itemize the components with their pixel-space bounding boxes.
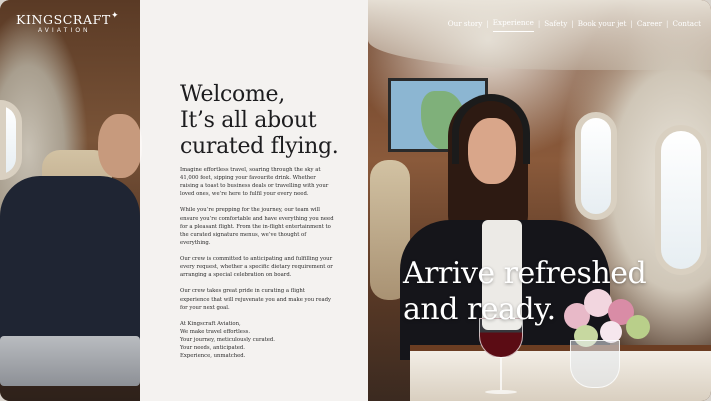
intro-paragraph: Imagine effortless travel, soaring throu… xyxy=(180,167,329,198)
wine-glass-image xyxy=(473,318,529,398)
intro-paragraph: While you’re prepping for the journey, o… xyxy=(180,207,334,246)
intro-paragraph: Our crew is committed to anticipating an… xyxy=(180,256,333,279)
nav-item-book-your-jet[interactable]: Book your jet xyxy=(578,19,627,32)
nav-separator: | xyxy=(537,18,541,28)
passenger-man-image xyxy=(0,110,142,350)
nav-item-experience[interactable]: Experience xyxy=(492,18,534,32)
vase-image xyxy=(570,340,620,388)
nav-item-safety[interactable]: Safety xyxy=(544,19,567,32)
intro-paragraph: Our crew takes great pride in curating a… xyxy=(180,288,331,311)
nav-item-career[interactable]: Career xyxy=(637,19,662,32)
nav-separator: | xyxy=(666,18,669,28)
signoff: At Kingscraft Aviation, We make travel e… xyxy=(180,320,336,360)
cabin-ceiling xyxy=(368,0,711,70)
main-nav: Our story | Experience | Safety | Book y… xyxy=(448,18,701,32)
nav-separator: | xyxy=(630,18,633,28)
brand-name: KINGSCRAFT xyxy=(16,12,111,27)
intro-copy: Imagine effortless travel, soaring throu… xyxy=(180,166,336,360)
signoff-line: Your journey, meticulously curated. xyxy=(180,336,275,343)
brand-subtitle: AVIATION xyxy=(38,28,91,34)
nav-item-our-story[interactable]: Our story xyxy=(448,19,483,32)
nav-separator: | xyxy=(486,18,489,28)
brand-logo[interactable]: KINGSCRAFT AVIATION ✦ xyxy=(16,11,119,34)
nav-separator: | xyxy=(571,18,574,28)
cabin-window xyxy=(655,125,707,275)
signoff-line: At Kingscraft Aviation, xyxy=(180,320,241,327)
page: Welcome, It’s all about curated flying. … xyxy=(0,0,711,401)
headline-line: It’s all about xyxy=(180,108,317,133)
nav-item-contact[interactable]: Contact xyxy=(672,19,701,32)
star-icon: ✦ xyxy=(111,11,119,21)
tagline-line: and ready. xyxy=(403,292,556,327)
signoff-line: We make travel effortless. xyxy=(180,328,251,335)
headline-line: curated flying. xyxy=(180,134,339,159)
laptop-image xyxy=(0,336,140,386)
page-title: Welcome, It’s all about curated flying. xyxy=(180,82,370,160)
tagline-line: Arrive refreshed xyxy=(403,256,647,291)
signoff-line: Experience, unmatched. xyxy=(180,353,246,360)
hero-tagline: Arrive refreshed and ready. xyxy=(403,256,703,328)
signoff-line: Your needs, anticipated. xyxy=(180,345,245,352)
headline-line: Welcome, xyxy=(180,82,285,107)
